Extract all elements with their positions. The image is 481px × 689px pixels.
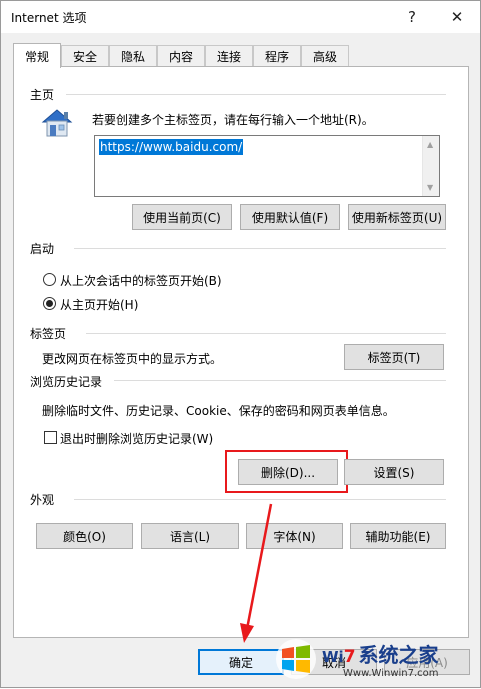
tab-general[interactable]: 常规 (13, 43, 61, 68)
internet-options-dialog: Internet 选项 ? ✕ 常规 安全 隐私 内容 连接 程序 高级 主页 (0, 0, 481, 688)
annotation-arrow (240, 503, 273, 643)
watermark-text: 系统之家 (358, 643, 439, 667)
site-watermark: Wi 7 系统之家 Www.Winwin7.com (274, 633, 474, 685)
watermark-site: Www.Winwin7.com (343, 668, 439, 679)
watermark-win-suffix: 7 (343, 647, 356, 667)
windows-logo-icon (276, 639, 316, 679)
watermark-win-prefix: Wi (322, 648, 344, 666)
